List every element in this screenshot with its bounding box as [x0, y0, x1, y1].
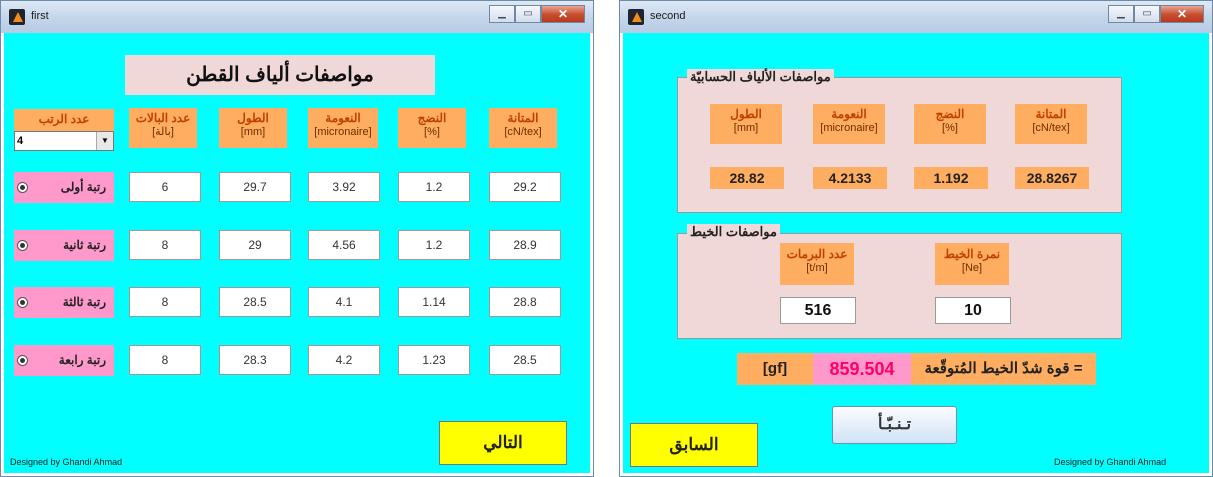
first-window: first ▁ ▭ ✕ مواصفات ألياف القطن عدد الرت…	[0, 0, 594, 477]
next-button[interactable]: التالي	[439, 421, 567, 465]
result-unit: [gf]	[762, 360, 788, 377]
grade-3-strength-field[interactable]: 28.8	[489, 287, 561, 317]
first-titlebar[interactable]: first ▁ ▭ ✕	[1, 1, 593, 33]
grade-count-select[interactable]: 4 ▼	[14, 131, 114, 151]
grade-4-length-field[interactable]: 28.3	[219, 345, 291, 375]
radio-selected-icon[interactable]	[17, 297, 28, 308]
length-header: الطول [mm]	[219, 108, 287, 148]
maximize-icon[interactable]: ▭	[1134, 5, 1160, 23]
grade-2-maturity-field[interactable]: 1.2	[398, 230, 470, 260]
grade-4-maturity-field[interactable]: 1.23	[398, 345, 470, 375]
grade-1-fineness-field[interactable]: 3.92	[308, 172, 380, 202]
grade-2-strength-field[interactable]: 28.9	[489, 230, 561, 260]
grade-3-maturity-field[interactable]: 1.14	[398, 287, 470, 317]
first-client-area: مواصفات ألياف القطن عدد الرتب 4 ▼ عدد ال…	[4, 33, 590, 473]
yarn-count-header: نمرة الخيط [Ne]	[935, 243, 1009, 285]
window-controls: ▁ ▭ ✕	[489, 5, 585, 23]
avg-fineness-header: النعومة [micronaire]	[813, 104, 885, 144]
minimize-icon[interactable]: ▁	[1108, 5, 1134, 23]
close-icon[interactable]: ✕	[541, 5, 585, 23]
window-title: second	[650, 10, 686, 22]
second-titlebar[interactable]: second ▁ ▭ ✕	[620, 1, 1212, 33]
fineness-header: النعومة [micronaire]	[308, 108, 378, 148]
previous-button[interactable]: السابق	[630, 423, 758, 467]
grade-3-fineness-field[interactable]: 4.1	[308, 287, 380, 317]
predict-button[interactable]: تـنـبّـأ	[832, 406, 957, 444]
result-label: قوة شدّ الخيط المُتوقّعة =	[924, 360, 1083, 377]
bales-header: عدد البالات [بالة]	[129, 108, 197, 148]
maturity-header: النضج [%]	[398, 108, 466, 148]
credit-text: Designed by Ghandi Ahmad	[10, 457, 123, 467]
grade-2-length-field[interactable]: 29	[219, 230, 291, 260]
radio-selected-icon[interactable]	[17, 355, 28, 366]
grade-2-radio[interactable]: رتبة ثانية	[14, 230, 114, 261]
grade-1-strength-field[interactable]: 29.2	[489, 172, 561, 202]
grade-2-fineness-field[interactable]: 4.56	[308, 230, 380, 260]
result-row: [gf] 859.504 قوة شدّ الخيط المُتوقّعة =	[737, 353, 1096, 385]
avg-maturity-value: 1.192	[914, 167, 988, 189]
radio-selected-icon[interactable]	[17, 182, 28, 193]
twist-input[interactable]: 516	[780, 297, 856, 324]
avg-strength-value: 28.8267	[1015, 167, 1089, 189]
yarn-specs-title: مواصفات الخيط	[687, 224, 780, 240]
grade-1-radio[interactable]: رتبة أولى	[14, 172, 114, 203]
grade-count-label: عدد الرتب	[14, 109, 114, 131]
grade-3-bales-field[interactable]: 8	[129, 287, 201, 317]
radio-selected-icon[interactable]	[17, 240, 28, 251]
fiber-specs-title: مواصفات الألياف الحسابيّة	[687, 69, 834, 85]
avg-strength-header: المتانة [cN/tex]	[1015, 104, 1087, 144]
grade-4-bales-field[interactable]: 8	[129, 345, 201, 375]
twist-header: عدد البرمات [t/m]	[780, 243, 854, 285]
grade-2-bales-field[interactable]: 8	[129, 230, 201, 260]
grade-3-radio[interactable]: رتبة ثالثة	[14, 287, 114, 318]
avg-fineness-value: 4.2133	[813, 167, 887, 189]
avg-maturity-header: النضج [%]	[914, 104, 986, 144]
grade-1-bales-field[interactable]: 6	[129, 172, 201, 202]
maximize-icon[interactable]: ▭	[515, 5, 541, 23]
chevron-down-icon[interactable]: ▼	[96, 132, 113, 150]
strength-header: المتانة [cN/tex]	[489, 108, 557, 148]
matlab-icon	[9, 9, 25, 25]
yarn-specs-panel	[677, 233, 1122, 339]
avg-length-header: الطول [mm]	[710, 104, 782, 144]
avg-length-value: 28.82	[710, 167, 784, 189]
grade-count-value: 4	[17, 135, 24, 147]
window-controls: ▁ ▭ ✕	[1108, 5, 1204, 23]
close-icon[interactable]: ✕	[1160, 5, 1204, 23]
fiber-specs-panel	[677, 77, 1122, 213]
second-window: second ▁ ▭ ✕ مواصفات الألياف الحسابيّة ا…	[619, 0, 1213, 477]
grade-4-strength-field[interactable]: 28.5	[489, 345, 561, 375]
page-title: مواصفات ألياف القطن	[125, 55, 435, 95]
grade-1-maturity-field[interactable]: 1.2	[398, 172, 470, 202]
minimize-icon[interactable]: ▁	[489, 5, 515, 23]
second-client-area: مواصفات الألياف الحسابيّة الطول [mm] النع…	[623, 33, 1209, 473]
result-value: 859.504	[813, 353, 911, 385]
grade-4-fineness-field[interactable]: 4.2	[308, 345, 380, 375]
window-title: first	[31, 10, 49, 22]
grade-3-length-field[interactable]: 28.5	[219, 287, 291, 317]
yarn-count-input[interactable]: 10	[935, 297, 1011, 324]
matlab-icon	[628, 9, 644, 25]
grade-4-radio[interactable]: رتبة رابعة	[14, 345, 114, 376]
credit-text: Designed by Ghandi Ahmad	[1054, 457, 1167, 467]
grade-1-length-field[interactable]: 29.7	[219, 172, 291, 202]
